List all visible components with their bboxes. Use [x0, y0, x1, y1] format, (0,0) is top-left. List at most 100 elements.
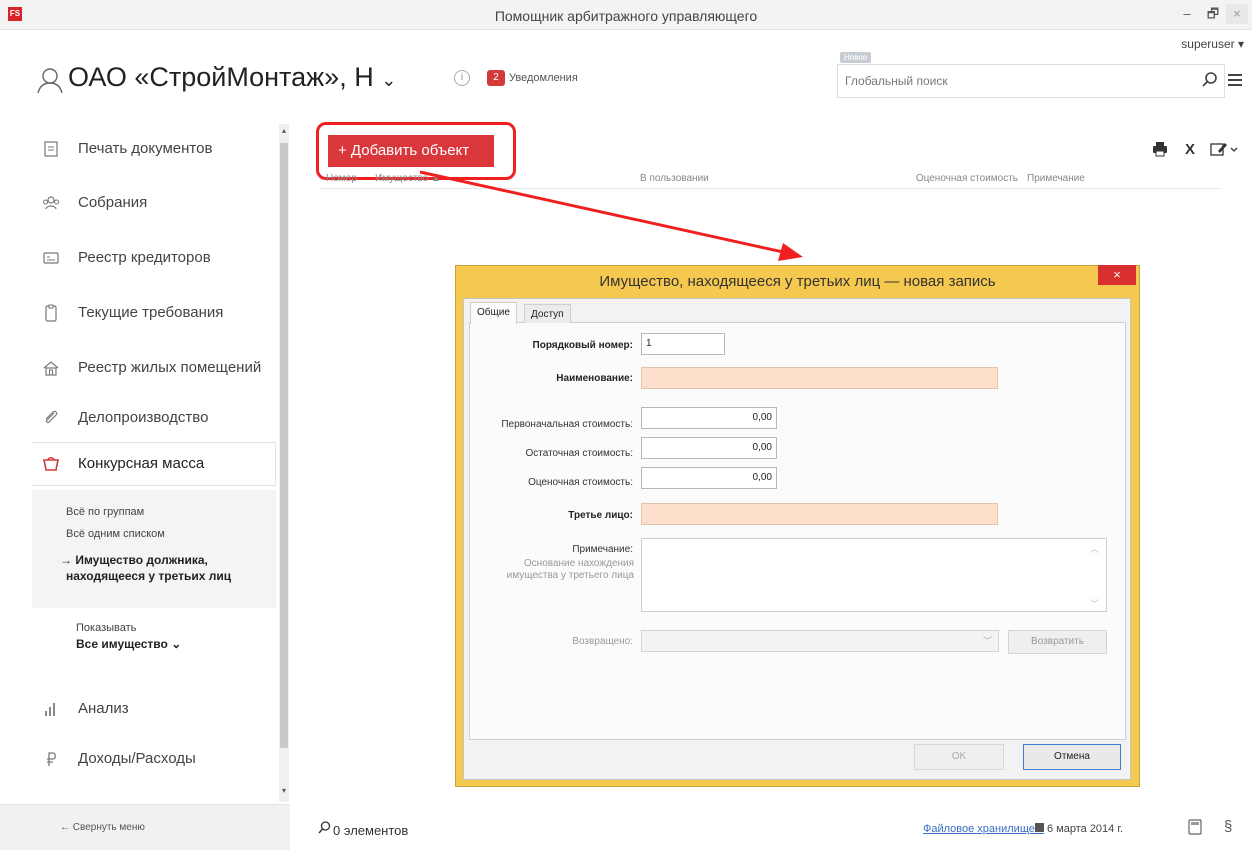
document-icon — [44, 141, 58, 157]
dropdown-arrow-icon[interactable]: ﹀ — [983, 634, 992, 647]
user-menu[interactable]: superuser ▾ — [1150, 37, 1244, 51]
column-header-in-use[interactable]: В пользовании — [640, 173, 709, 184]
notifications-link[interactable]: Уведомления — [509, 72, 578, 84]
sidebar-item-bankruptcy-estate[interactable]: Конкурсная масса — [32, 442, 276, 486]
note-hint: Основание нахождения имущества у третьег… — [506, 558, 634, 581]
column-header-number[interactable]: Номер — [326, 173, 357, 184]
note-label: Примечание: — [572, 544, 633, 555]
scroll-up-icon[interactable]: ▴ — [279, 126, 289, 140]
minimize-button[interactable]: ‒ — [1176, 4, 1198, 24]
print-icon[interactable] — [1152, 141, 1168, 157]
search-icon[interactable] — [318, 821, 331, 834]
file-storage-link[interactable]: Файловое хранилище... — [923, 823, 1044, 835]
returned-select[interactable] — [641, 630, 999, 652]
person-icon — [37, 68, 63, 94]
organization-name: ОАО «СтройМонтаж», Н — [68, 62, 374, 92]
search-placeholder: Глобальный поиск — [845, 74, 948, 88]
sidebar-item-paperwork[interactable]: Делопроизводство — [32, 397, 276, 441]
sidebar-item-creditors-registry[interactable]: Реестр кредиторов — [32, 237, 276, 281]
annotation-highlight-box — [316, 122, 516, 180]
paperclip-icon — [45, 410, 58, 424]
submenu-all-as-list[interactable]: Всё одним списком — [66, 528, 165, 540]
tab-general[interactable]: Общие — [470, 302, 517, 324]
ruble-icon — [47, 752, 56, 766]
return-button[interactable]: Возвратить — [1008, 630, 1107, 654]
maximize-button[interactable]: 🗗 — [1202, 4, 1224, 24]
residual-cost-input[interactable]: 0,00 — [641, 437, 777, 459]
meeting-icon — [43, 196, 59, 210]
sidebar-item-label: Собрания — [78, 194, 148, 211]
sidebar-scroll-thumb[interactable] — [280, 143, 288, 748]
estimated-cost-input[interactable]: 0,00 — [641, 467, 777, 489]
bar-chart-icon — [45, 703, 55, 716]
sidebar-item-label: Реестр жилых помещений — [78, 359, 262, 376]
sidebar-item-income-expenses[interactable]: Доходы/Расходы — [32, 738, 276, 782]
calculator-icon[interactable] — [1188, 819, 1202, 835]
search-icon[interactable] — [1201, 71, 1219, 89]
info-icon[interactable]: i — [454, 70, 470, 86]
chevron-up-icon[interactable]: ︿ — [1090, 542, 1099, 555]
sidebar-item-meetings[interactable]: Собрания — [32, 182, 276, 226]
organization-title[interactable]: ОАО «СтройМонтаж», Н ⌄ — [68, 62, 396, 93]
residual-cost-label: Остаточная стоимость: — [525, 448, 633, 459]
estimated-cost-label: Оценочная стоимость: — [528, 477, 633, 488]
paragraph-icon[interactable]: § — [1224, 818, 1232, 835]
sidebar-item-label: Текущие требования — [78, 304, 224, 321]
note-textarea[interactable] — [641, 538, 1107, 612]
date-text: 6 марта 2014 г. — [1047, 823, 1124, 835]
initial-cost-input[interactable]: 0,00 — [641, 407, 777, 429]
chevron-down-icon: ⌄ — [381, 70, 397, 90]
submenu-active-line1[interactable]: → Имущество должника, — [60, 552, 208, 568]
order-number-input[interactable]: 1 — [641, 333, 725, 355]
items-count: 0 элементов — [333, 823, 409, 838]
column-header-note[interactable]: Примечание — [1027, 173, 1085, 184]
column-header-property[interactable]: Имущество ▲ — [375, 173, 441, 184]
notification-count-badge[interactable]: 2 — [487, 70, 505, 86]
name-label: Наименование: — [556, 373, 633, 384]
third-party-input[interactable] — [641, 503, 998, 525]
sidebar-item-print-documents[interactable]: Печать документов — [32, 128, 276, 172]
current-date: 6 марта 2014 г. — [1035, 823, 1123, 835]
sidebar-item-label: Реестр кредиторов — [78, 249, 211, 266]
new-tag-badge: Новое — [840, 52, 872, 63]
bag-icon — [43, 457, 59, 471]
sidebar-submenu: Всё по группам Всё одним списком → Имуще… — [32, 490, 276, 608]
dialog-close-button[interactable]: × — [1098, 265, 1136, 285]
sidebar-item-label: Делопроизводство — [78, 409, 209, 426]
returned-label: Возвращено: — [572, 636, 633, 647]
cancel-button[interactable]: Отмена — [1023, 744, 1121, 770]
excel-export-icon[interactable]: X — [1185, 141, 1195, 158]
submenu-all-by-groups[interactable]: Всё по группам — [66, 506, 144, 518]
order-number-label: Порядковый номер: — [532, 340, 633, 351]
sidebar-item-label: Печать документов — [78, 140, 213, 157]
sidebar-item-label: Анализ — [78, 700, 129, 717]
sidebar-item-label: Конкурсная масса — [78, 455, 205, 472]
sidebar-footer — [0, 804, 290, 850]
filter-dropdown[interactable]: Все имущество ⌄ — [76, 637, 181, 651]
submenu-active-line2[interactable]: находящееся у третьих лиц — [66, 568, 231, 584]
sidebar-item-current-claims[interactable]: Текущие требования — [32, 292, 276, 336]
third-party-label: Третье лицо: — [568, 510, 633, 521]
tab-access[interactable]: Доступ — [524, 304, 571, 323]
collapse-menu-button[interactable]: ← Свернуть меню — [60, 822, 145, 833]
window-title: Помощник арбитражного управляющего — [494, 8, 758, 24]
ok-button[interactable]: OK — [914, 744, 1004, 770]
hamburger-menu-icon[interactable] — [1227, 72, 1243, 88]
scroll-down-icon[interactable]: ▾ — [279, 786, 289, 800]
sidebar-item-label: Доходы/Расходы — [78, 750, 196, 767]
window-close-button[interactable]: × — [1226, 4, 1248, 24]
dialog-title: Имущество, находящееся у третьих лиц — н… — [599, 273, 996, 290]
column-header-estimated-value[interactable]: Оценочная стоимость — [866, 173, 1018, 184]
sidebar-item-housing-registry[interactable]: Реестр жилых помещений — [32, 347, 276, 391]
table-header-divider — [320, 188, 1220, 189]
card-icon — [43, 252, 59, 264]
edit-menu-icon[interactable] — [1210, 141, 1238, 157]
house-icon — [43, 361, 59, 376]
sidebar-item-analysis[interactable]: Анализ — [32, 688, 276, 732]
calendar-small-icon — [1035, 823, 1044, 832]
name-input[interactable] — [641, 367, 998, 389]
filter-label: Показывать — [76, 622, 137, 634]
clipboard-icon — [45, 304, 57, 322]
chevron-down-icon[interactable]: ﹀ — [1090, 597, 1099, 610]
initial-cost-label: Первоначальная стоимость: — [501, 419, 633, 430]
